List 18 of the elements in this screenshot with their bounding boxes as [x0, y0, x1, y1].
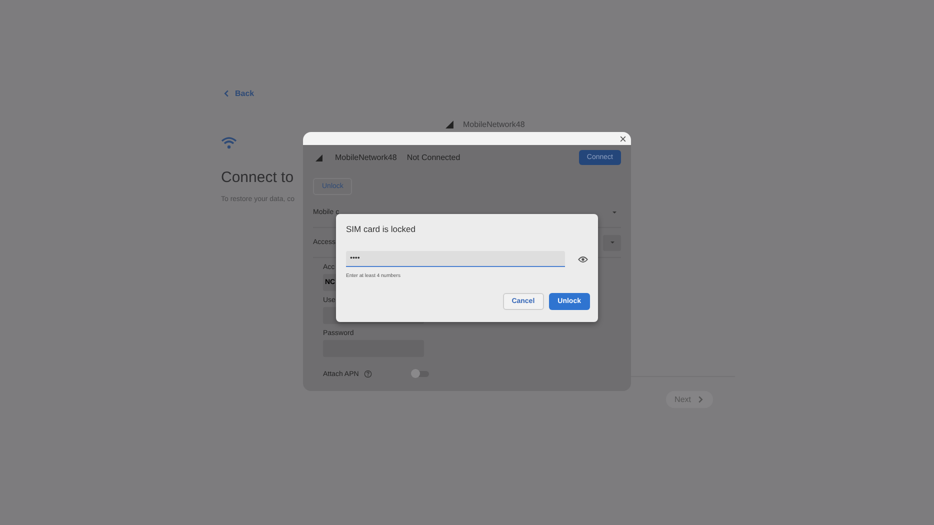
- network-name[interactable]: MobileNetwork48: [463, 120, 525, 129]
- dropdown-arrow-icon: [612, 211, 617, 214]
- dropdown-arrow-icon: [610, 241, 614, 244]
- dropdown-button[interactable]: [603, 234, 621, 250]
- chevron-right-icon: [697, 396, 704, 403]
- network-name: MobileNetwork48: [335, 153, 397, 162]
- signal-icon: [315, 154, 323, 162]
- wifi-icon: [221, 137, 237, 149]
- toggle-switch[interactable]: [412, 371, 429, 377]
- help-icon: [364, 370, 372, 378]
- chevron-left-icon: [223, 90, 230, 97]
- signal-icon: [445, 120, 454, 129]
- eye-icon: [578, 256, 588, 262]
- dialog-title: SIM card is locked: [346, 224, 416, 234]
- back-link[interactable]: Back: [223, 89, 254, 98]
- close-icon: [620, 136, 626, 142]
- page-title: Connect to: [221, 169, 294, 186]
- connection-status: Not Connected: [406, 153, 462, 162]
